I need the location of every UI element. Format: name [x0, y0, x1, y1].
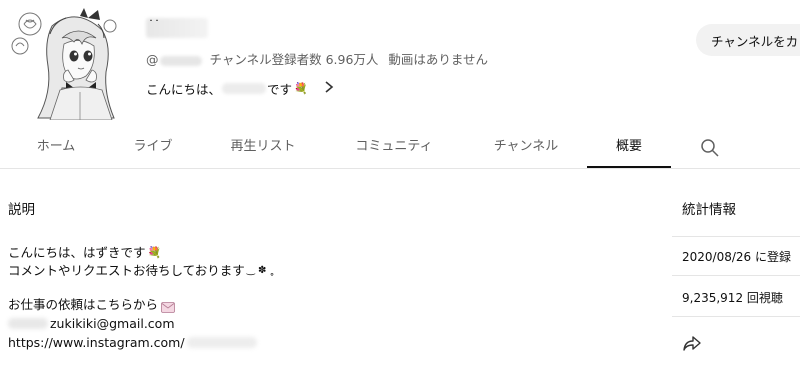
description-text: お仕事の依頼はこちらから: [8, 297, 159, 312]
tagline-suffix: です: [267, 82, 293, 97]
view-count: 9,235,912 回視聴: [682, 291, 783, 305]
stats-divider: [672, 275, 800, 276]
joined-date: 2020/08/26 に登録: [682, 250, 791, 264]
channel-handle: @: [146, 52, 159, 67]
description-line: お仕事の依頼はこちらから: [8, 296, 628, 314]
url-redacted: [186, 337, 257, 348]
tagline-redacted: [222, 83, 267, 94]
stats-title: 統計情報: [682, 202, 736, 218]
channel-header: ˙˙ @ チャンネル登録者数 6.96万人 動画はありません こんにちは、 です…: [0, 0, 800, 128]
instagram-url-text: https://www.instagram.com/: [8, 335, 185, 350]
tab-home[interactable]: ホーム: [20, 128, 92, 168]
description-text: コメントやリクエストお待ちしております: [8, 263, 245, 278]
tab-live[interactable]: ライブ: [118, 128, 188, 168]
description-line: こんにちは、はずきです 💐: [8, 244, 628, 262]
video-status: 動画はありません: [388, 52, 489, 67]
share-icon[interactable]: [682, 334, 702, 352]
instagram-link[interactable]: https://www.instagram.com/: [8, 333, 628, 352]
tagline-prefix: こんにちは、: [146, 82, 222, 97]
description-line: コメントやリクエストお待ちしております ‿ ✽ ˳: [8, 262, 628, 280]
tab-community[interactable]: コミュニティ: [346, 128, 442, 168]
channel-avatar[interactable]: [6, 4, 128, 120]
email-text: zukikiki@gmail.com: [50, 316, 175, 331]
stats-divider: [672, 236, 800, 237]
description-title: 説明: [8, 202, 35, 218]
channel-tabs: ホーム ライブ 再生リスト コミュニティ チャンネル 概要: [0, 128, 800, 169]
stats-divider: [672, 316, 800, 317]
flower-decoration-icon: ‿ ✽ ˳: [246, 265, 275, 276]
stats-section: 統計情報: [682, 198, 800, 218]
tab-playlists[interactable]: 再生リスト: [220, 128, 306, 168]
flower-icon: 💐: [147, 246, 162, 259]
description-section: 説明 こんにちは、はずきです 💐 コメントやリクエストお待ちしております ‿ ✽…: [8, 198, 628, 352]
flower-icon: 💐: [294, 82, 308, 95]
tab-about[interactable]: 概要: [587, 128, 671, 168]
email-redacted: [8, 318, 48, 329]
handle-redacted: [159, 55, 202, 66]
search-icon[interactable]: [700, 138, 720, 158]
customize-channel-button[interactable]: チャンネルをカ: [696, 24, 800, 56]
email-link[interactable]: zukikiki@gmail.com: [8, 314, 628, 333]
tab-channels[interactable]: チャンネル: [481, 128, 571, 168]
channel-name-mark: ˙˙: [148, 18, 160, 32]
chevron-right-icon[interactable]: [324, 80, 334, 97]
mail-icon: [161, 300, 175, 313]
anime-girl-illustration: [6, 4, 128, 120]
description-text: こんにちは、はずきです: [8, 245, 146, 260]
channel-tagline[interactable]: こんにちは、 です 💐: [146, 79, 334, 98]
subscriber-count: チャンネル登録者数 6.96万人: [209, 52, 379, 67]
channel-meta: @ チャンネル登録者数 6.96万人 動画はありません: [146, 49, 488, 68]
